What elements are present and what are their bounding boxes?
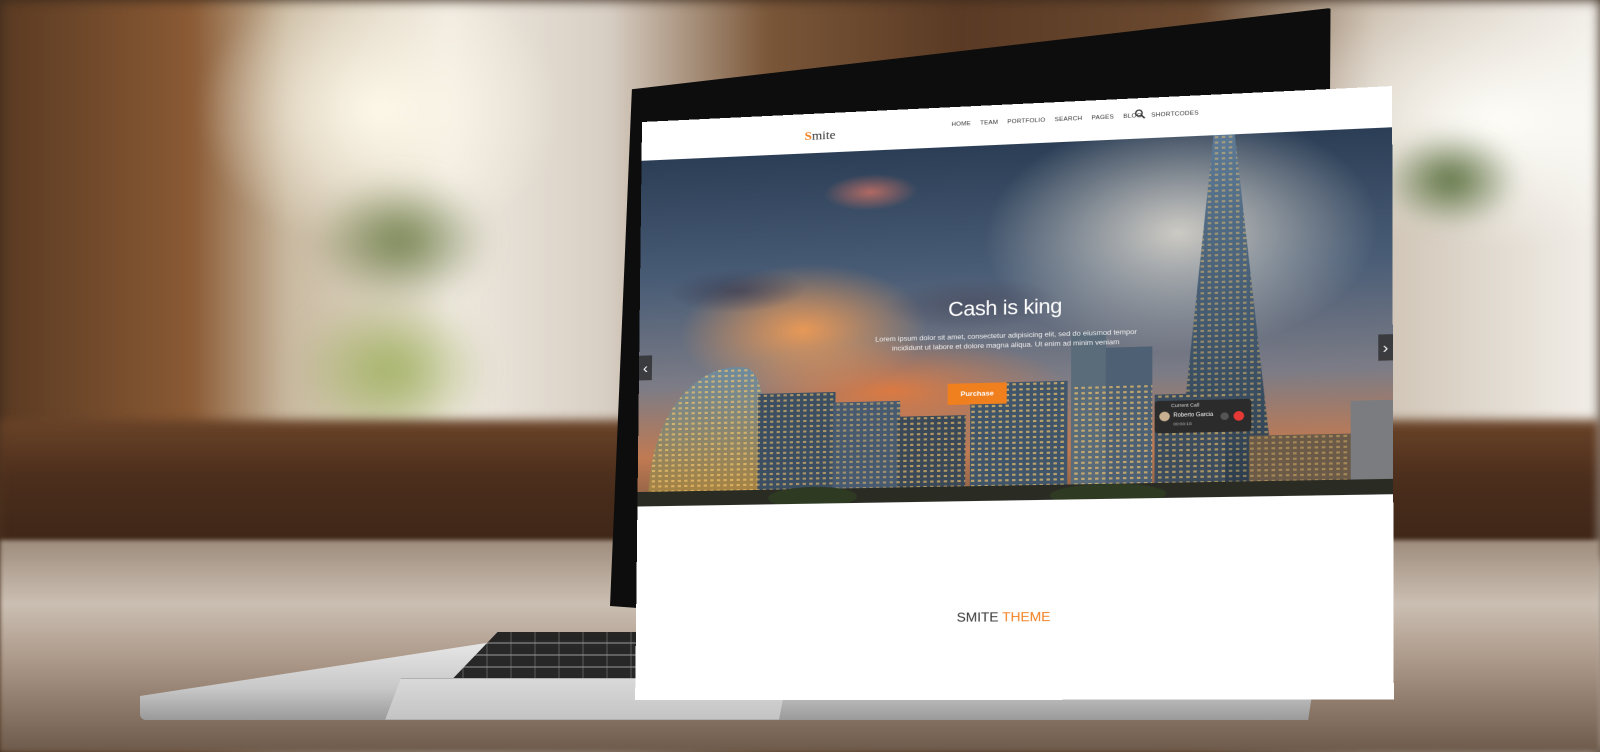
nav-link-portfolio[interactable]: PORTFOLIO [1007,117,1045,125]
nav-link-team[interactable]: TEAM [980,120,998,127]
nav-link-home[interactable]: HOME [951,121,971,128]
section-title: SMITE THEME [636,607,1394,627]
call-heading: Current Call [1171,402,1200,409]
section-title-accent: THEME [1002,609,1051,625]
caller-name: Roberto Garcia [1173,411,1214,419]
site-logo[interactable]: Smite [804,127,835,144]
caller-avatar [1159,411,1170,422]
city-skyline-image [636,132,1394,575]
plant-left [220,150,580,450]
end-call-icon[interactable] [1233,410,1245,421]
purchase-button[interactable]: Purchase [947,382,1007,406]
nav-link-pages[interactable]: PAGES [1092,114,1115,121]
slider-next-arrow[interactable]: › [1378,334,1393,361]
nav-menu: HOME TEAM PORTFOLIO SEARCH PAGES BLOG SH… [951,110,1198,128]
search-icon[interactable] [1134,108,1146,119]
hero-slider: Cash is king Lorem ipsum dolor sit amet,… [636,127,1394,575]
slider-prev-arrow[interactable]: ‹ [638,355,653,381]
section-title-main: SMITE [956,609,999,625]
chevron-right-icon: › [1382,338,1389,357]
call-duration: 00:00:15 [1173,420,1192,427]
call-widget: Current Call Roberto Garcia 00:00:15 [1154,398,1252,434]
nav-link-search[interactable]: SEARCH [1055,116,1083,124]
logo-text: mite [811,127,836,143]
chevron-left-icon: ‹ [642,359,649,377]
mute-icon[interactable] [1220,412,1229,421]
logo-initial: S [804,128,812,144]
nav-link-shortcodes[interactable]: SHORTCODES [1151,110,1199,119]
laptop-screen: Smite HOME TEAM PORTFOLIO SEARCH PAGES B… [635,86,1394,700]
